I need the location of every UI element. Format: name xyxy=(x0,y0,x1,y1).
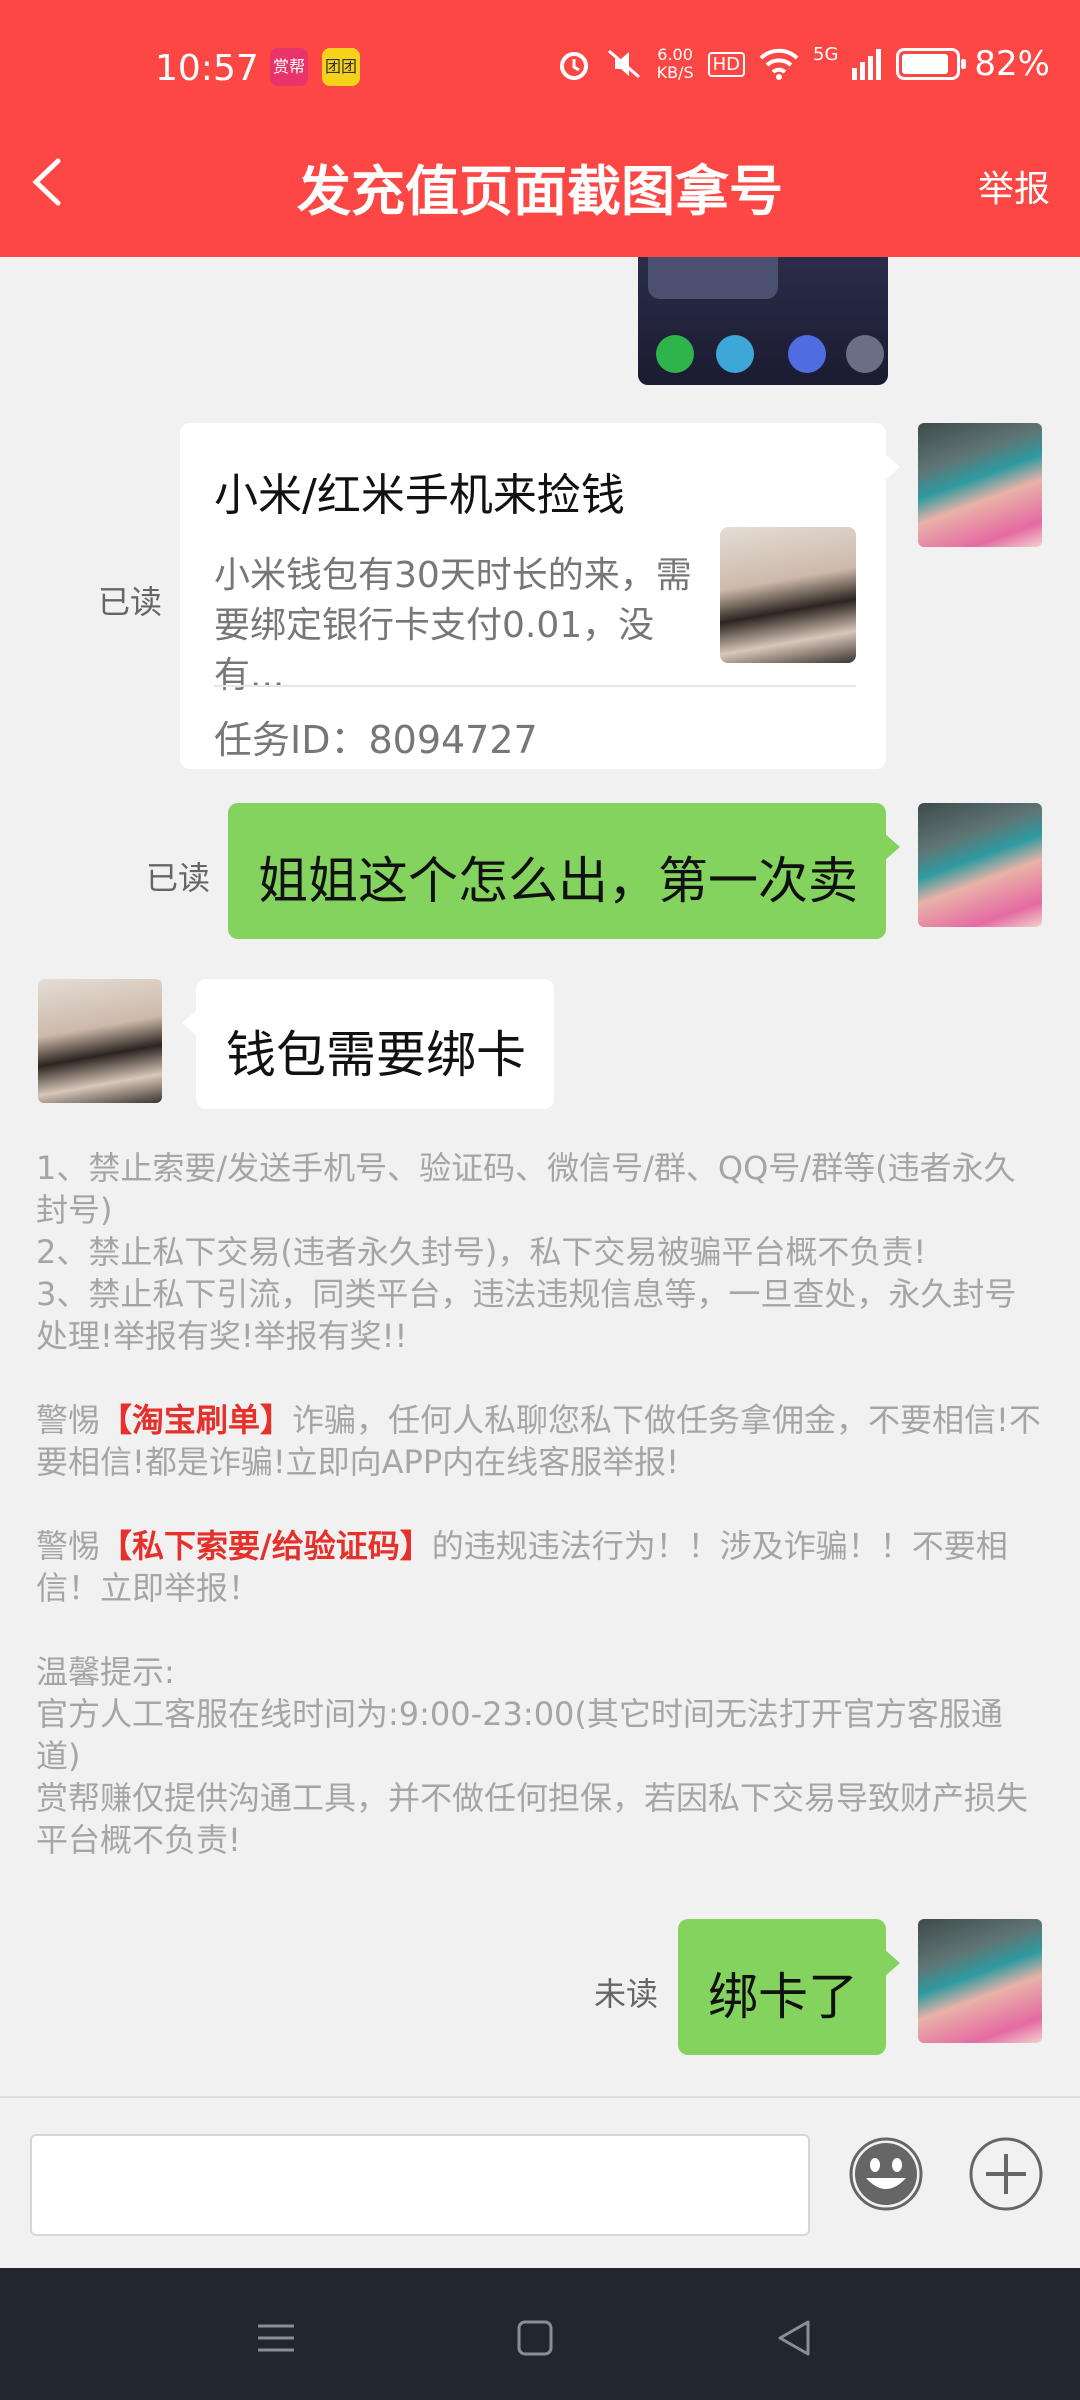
notice-warning-1: 警惕【淘宝刷单】诈骗，任何人私聊您私下做任务拿佣金，不要相信!不要相信!都是诈骗… xyxy=(36,1401,1041,1481)
my-avatar[interactable] xyxy=(918,423,1042,547)
status-icons: 6.00 KB/S HD 5G 82% xyxy=(557,44,1050,84)
tips-line-1: 官方人工客服在线时间为:9:00-23:00(其它时间无法打开官方客服通道) xyxy=(36,1695,1003,1775)
message-input[interactable] xyxy=(30,2134,810,2236)
notice-rule-3: 3、禁止私下引流，同类平台，违法违规信息等，一旦查处，永久封号处理!举报有奖!举… xyxy=(36,1275,1017,1355)
task-title: 小米/红米手机来捡钱 xyxy=(214,470,625,521)
my-avatar[interactable] xyxy=(918,1919,1042,2043)
app-notification-icon-2: 团团 xyxy=(322,48,360,86)
home-icon[interactable] xyxy=(505,2308,565,2368)
battery-percent: 82% xyxy=(974,44,1050,84)
page-title: 发充值页面截图拿号 xyxy=(297,160,783,223)
image-message[interactable] xyxy=(638,257,888,385)
signal-icon xyxy=(852,49,882,80)
mute-icon xyxy=(607,49,640,79)
input-bar xyxy=(0,2096,1080,2268)
network-speed: 6.00 KB/S xyxy=(656,45,694,82)
hd-badge: HD xyxy=(707,51,746,77)
wifi-icon xyxy=(759,48,799,80)
task-card[interactable]: 小米/红米手机来捡钱 小米钱包有30天时长的来，需要绑定银行卡支付0.01，没有… xyxy=(180,423,900,769)
notice-rule-2: 2、禁止私下交易(违者永久封号)，私下交易被骗平台概不负责! xyxy=(36,1233,927,1271)
my-message-bubble[interactable]: 姐姐这个怎么出，第一次卖 xyxy=(228,803,900,939)
task-thumbnail xyxy=(720,527,856,663)
network-type: 5G xyxy=(813,43,839,65)
alarm-icon xyxy=(559,52,588,80)
tips-title: 温馨提示: xyxy=(36,1653,175,1691)
read-status: 未读 xyxy=(594,1975,659,2013)
message-text: 姐姐这个怎么出，第一次卖 xyxy=(258,852,858,910)
task-description: 小米钱包有30天时长的来，需要绑定银行卡支付0.01，没有... xyxy=(214,555,692,696)
system-nav-bar xyxy=(0,2268,1080,2400)
app-header: 发充值页面截图拿号 举报 xyxy=(0,105,1080,257)
other-message-bubble[interactable]: 钱包需要绑卡 xyxy=(182,979,554,1109)
emoji-icon[interactable] xyxy=(848,2136,924,2212)
chat-area[interactable]: 已读 小米/红米手机来捡钱 小米钱包有30天时长的来，需要绑定银行卡支付0.01… xyxy=(0,257,1080,2097)
back-nav-icon[interactable] xyxy=(764,2308,824,2368)
my-avatar[interactable] xyxy=(918,803,1042,927)
read-status: 已读 xyxy=(146,859,211,897)
battery-icon xyxy=(896,48,967,80)
status-time: 10:57 xyxy=(155,48,259,89)
my-message-bubble[interactable]: 绑卡了 xyxy=(678,1919,900,2055)
other-avatar[interactable] xyxy=(38,979,162,1103)
menu-icon[interactable] xyxy=(246,2308,306,2368)
notice-warning-2: 警惕【私下索要/给验证码】的违规违法行为！！涉及诈骗！！不要相信！立即举报！ xyxy=(36,1527,1008,1607)
read-status: 已读 xyxy=(98,583,163,621)
plus-icon[interactable] xyxy=(968,2136,1044,2212)
notice-rule-1: 1、禁止索要/发送手机号、验证码、微信号/群、QQ号/群等(违者永久封号) xyxy=(36,1149,1016,1229)
message-text: 钱包需要绑卡 xyxy=(226,1026,526,1084)
divider xyxy=(214,685,856,687)
report-button[interactable]: 举报 xyxy=(978,160,1050,212)
tips-line-2: 赏帮赚仅提供沟通工具，并不做任何担保，若因私下交易导致财产损失平台概不负责! xyxy=(36,1779,1029,1859)
app-notification-icon: 赏帮 xyxy=(270,48,308,86)
task-id: 任务ID：8094727 xyxy=(214,718,538,762)
message-text: 绑卡了 xyxy=(708,1968,858,2026)
system-notice: 1、禁止索要/发送手机号、验证码、微信号/群、QQ号/群等(违者永久封号) 2、… xyxy=(36,1147,1046,1861)
